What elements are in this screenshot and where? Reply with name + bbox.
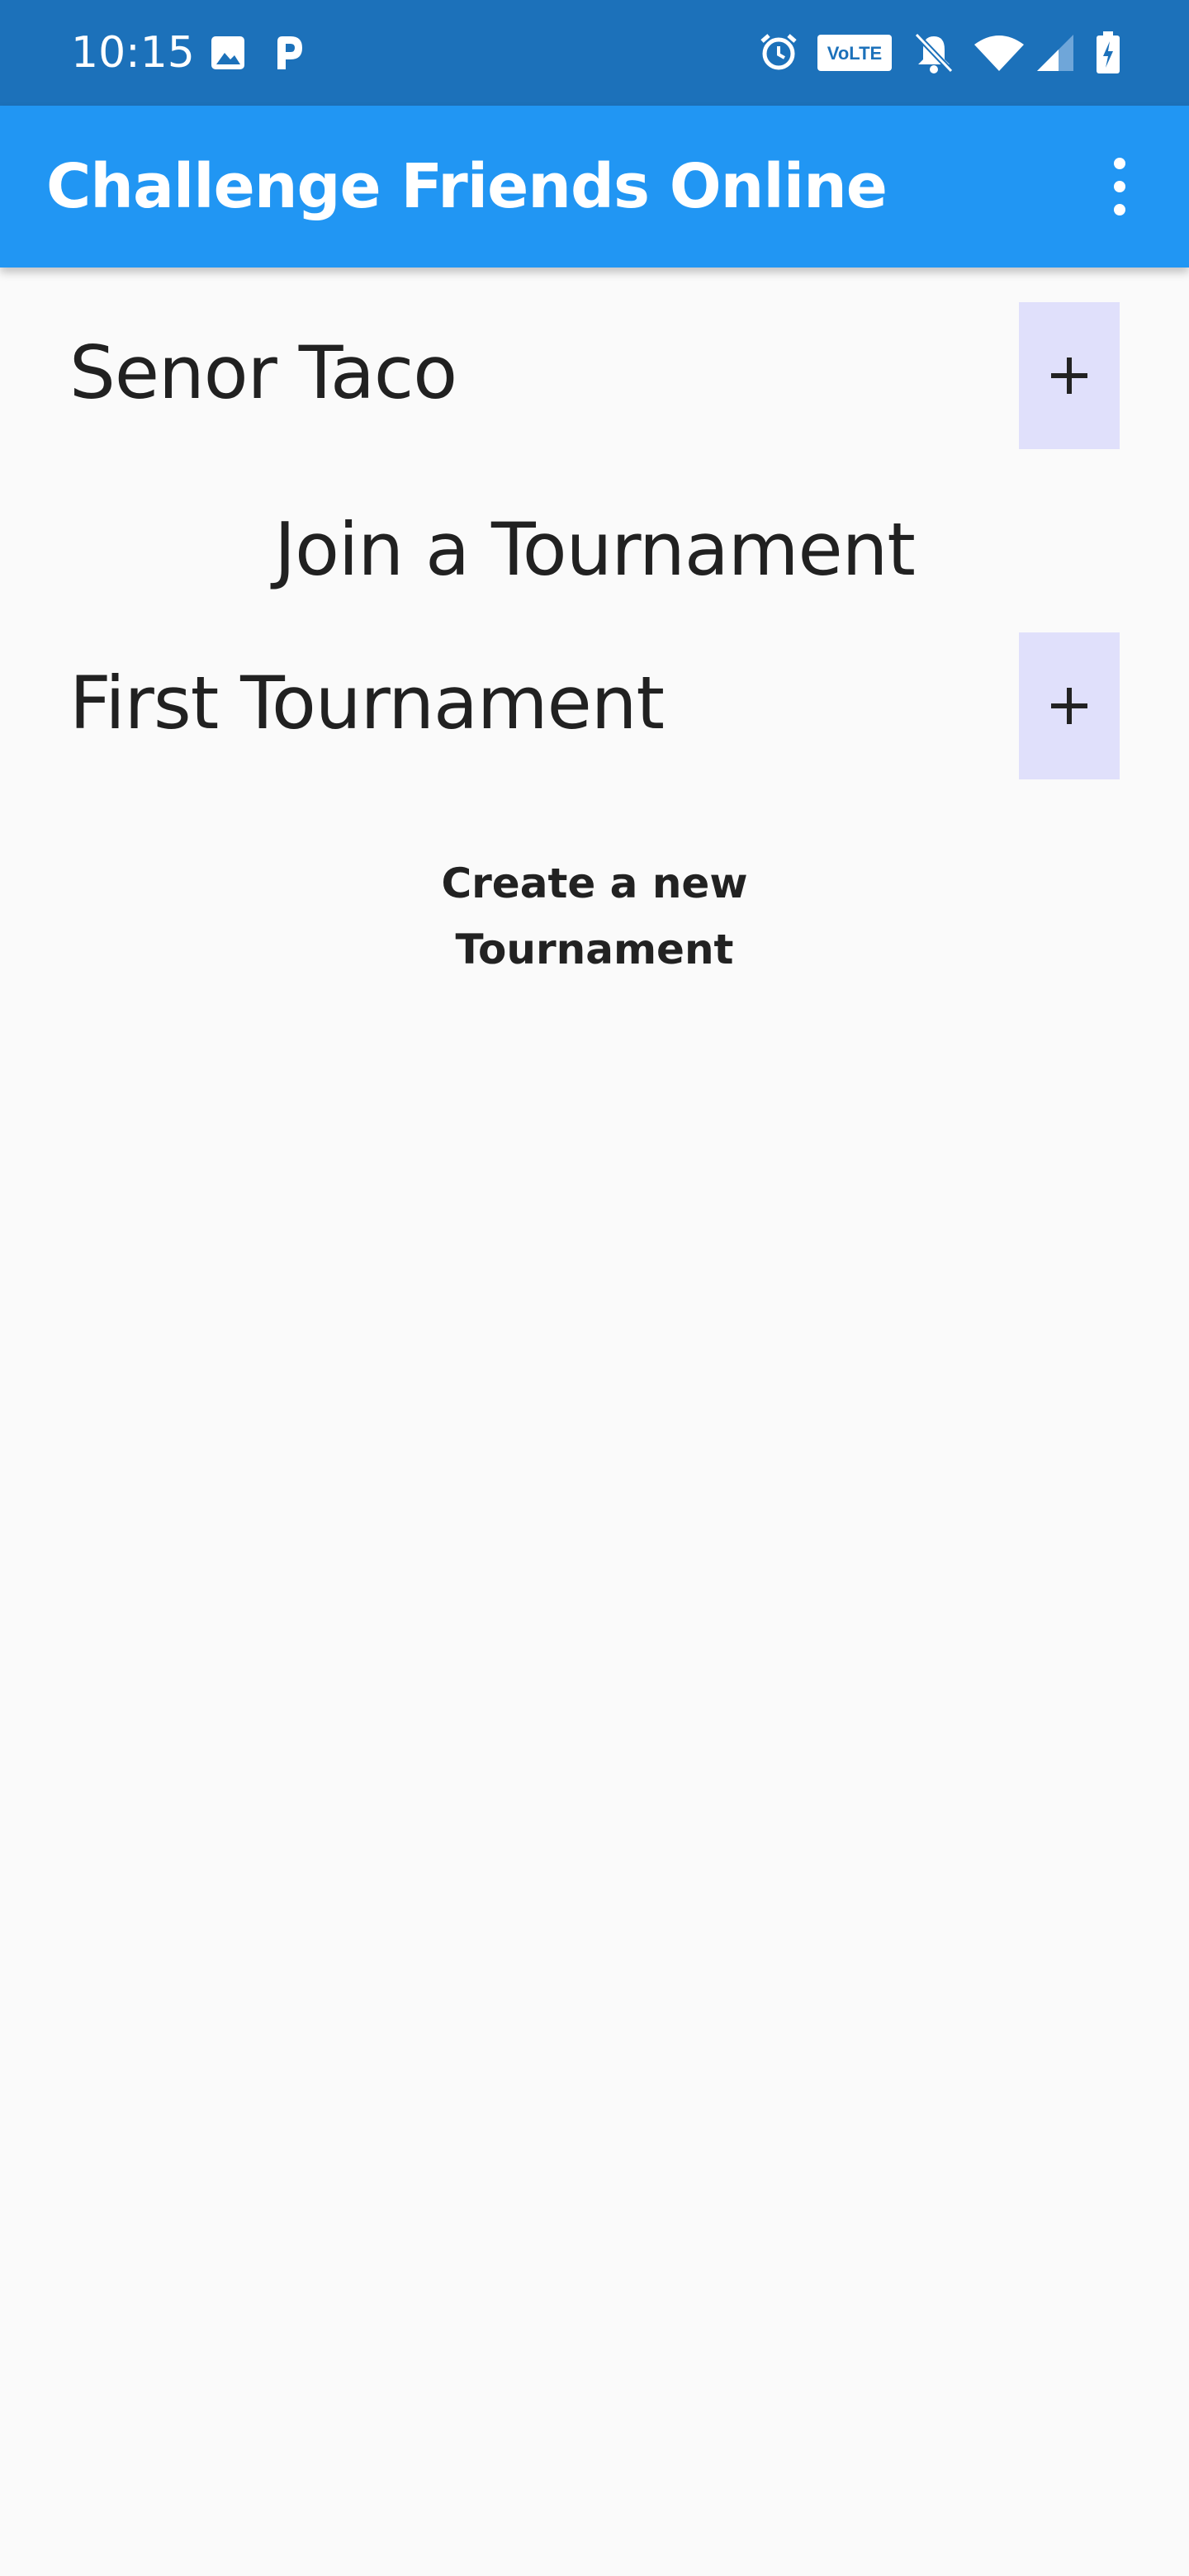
- more-vert-icon: [1114, 158, 1125, 215]
- tournament-name: Senor Taco: [69, 330, 457, 415]
- available-tournament-row: First Tournament: [0, 632, 1189, 781]
- bell-off-icon: [913, 31, 955, 78]
- app-bar: Challenge Friends Online: [0, 106, 1189, 268]
- signal-icon: [1034, 33, 1075, 77]
- battery-charging-icon: [1097, 31, 1120, 78]
- volte-label: VoLTE: [827, 43, 882, 64]
- alarm-icon: [758, 31, 799, 77]
- add-button-senor-taco[interactable]: [1019, 302, 1120, 449]
- plus-icon: [1051, 688, 1087, 724]
- joined-tournament-row: Senor Taco: [0, 302, 1189, 451]
- parking-icon: [269, 33, 307, 77]
- plus-icon: [1051, 358, 1087, 394]
- tournament-name: First Tournament: [69, 661, 665, 746]
- status-time: 10:15: [71, 28, 195, 78]
- more-options-button[interactable]: [1095, 145, 1144, 228]
- join-tournament-heading: Join a Tournament: [274, 507, 916, 592]
- wifi-icon: [973, 33, 1026, 77]
- volte-icon: VoLTE: [817, 35, 892, 75]
- status-bar: 10:15 VoLTE: [0, 0, 1189, 106]
- image-icon: [210, 35, 246, 75]
- create-tournament-button[interactable]: Create a new Tournament: [314, 850, 875, 973]
- add-button-first-tournament[interactable]: [1019, 632, 1120, 779]
- app-title: Challenge Friends Online: [46, 151, 888, 222]
